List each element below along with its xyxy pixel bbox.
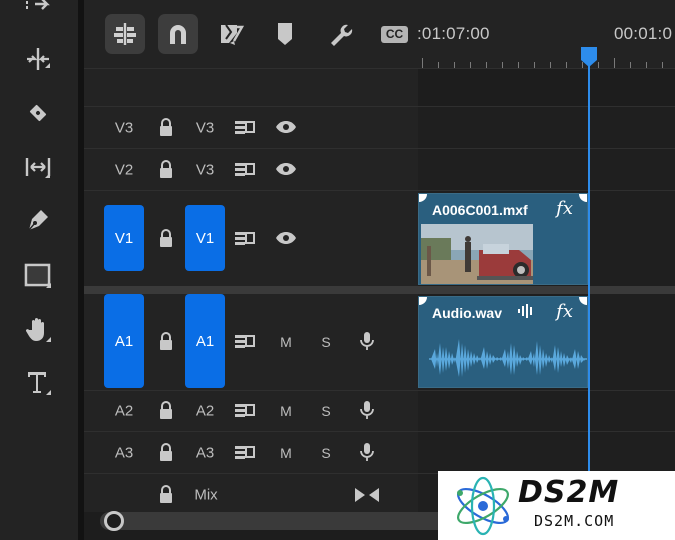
time-ruler[interactable] [418,44,675,68]
audio-clip[interactable]: Audio.wav fx [418,296,588,388]
linked-selection-button[interactable] [212,14,252,54]
sync-lock-icon[interactable] [234,230,256,246]
playhead-handle[interactable] [580,46,598,68]
lock-icon[interactable] [158,228,174,248]
go-to-track-icon[interactable] [354,487,380,503]
timecode-next: 00:01:0 [614,24,673,43]
lock-icon[interactable] [158,159,174,179]
target-track-label[interactable]: A3 [196,445,214,462]
timeline-settings-button[interactable] [320,14,360,54]
source-track-label[interactable]: V3 [115,120,133,137]
captions-icon[interactable]: CC [381,26,408,43]
video-clip[interactable]: A006C001.mxf fx [418,193,588,285]
slip-icon[interactable] [19,148,57,186]
source-patch-a1[interactable]: A1 [104,294,144,388]
pen-icon[interactable] [19,201,57,239]
clip-end-handle [579,194,587,202]
eye-icon[interactable] [275,162,297,176]
add-marker-button[interactable] [265,14,305,54]
clip-thumbnail [421,224,533,284]
clip-start-handle [419,194,427,202]
timecode-current: :01:07:00 [417,24,490,43]
watermark-logo-icon [457,476,509,536]
target-track-v1[interactable]: V1 [185,205,225,271]
timeline-settings-wrench-icon [331,24,353,46]
fx-badge[interactable]: fx [556,198,573,219]
solo-button[interactable]: S [321,445,330,461]
microphone-icon[interactable] [360,442,374,462]
lock-icon[interactable] [158,400,174,420]
insert-and-overwrite-sequences-icon [114,23,136,45]
source-track-label[interactable]: A3 [115,445,133,462]
target-track-a1[interactable]: A1 [185,294,225,388]
mute-button[interactable]: M [280,403,292,419]
clip-end-handle [579,297,587,305]
track-lane-a2[interactable] [418,391,675,431]
audio-waveform [429,339,587,377]
track-lane-v2[interactable] [418,149,675,190]
rectangle-icon[interactable] [19,256,57,294]
clip-name: Audio.wav [432,305,503,321]
linked-selection-icon [221,24,245,45]
watermark-subtitle: DS2M.COM [534,512,615,530]
insert-and-overwrite-sequences-button[interactable] [105,14,145,54]
mute-button[interactable]: M [280,445,292,461]
watermark: DS2M DS2M.COM [438,471,675,540]
watermark-title: DS2M [518,475,620,510]
type-icon[interactable] [19,363,57,401]
source-patch-v1[interactable]: V1 [104,205,144,271]
add-marker-icon [278,23,292,45]
target-track-label[interactable]: V3 [196,162,214,179]
sync-lock-icon[interactable] [234,402,256,418]
ripple-edit-icon[interactable] [19,40,57,78]
spacer-row [84,69,418,106]
eye-icon[interactable] [275,120,297,134]
sync-lock-icon[interactable] [234,333,256,349]
target-track-label[interactable]: A2 [196,403,214,420]
sync-lock-icon[interactable] [234,119,256,135]
tools-panel [0,0,78,540]
audio-waveform-icon[interactable] [517,303,535,319]
track-lane-v3[interactable] [418,107,675,148]
source-track-label[interactable]: A2 [115,403,133,420]
zoom-scrollbar-handle[interactable] [104,511,124,531]
video-audio-divider[interactable] [84,286,675,294]
clip-start-handle [419,297,427,305]
track-lane-a3[interactable] [418,432,675,473]
solo-button[interactable]: S [321,334,330,350]
snap-button[interactable] [158,14,198,54]
playhead-line[interactable] [588,64,590,540]
solo-button[interactable]: S [321,403,330,419]
lock-icon[interactable] [158,484,174,504]
mute-button[interactable]: M [280,334,292,350]
microphone-icon[interactable] [360,331,374,351]
lock-icon[interactable] [158,331,174,351]
eye-icon[interactable] [275,231,297,245]
sync-lock-icon[interactable] [234,161,256,177]
razor-icon[interactable] [19,94,57,132]
source-track-label[interactable]: V2 [115,162,133,179]
hand-icon[interactable] [19,310,57,348]
lock-icon[interactable] [158,117,174,137]
clip-name: A006C001.mxf [432,202,528,218]
snap-magnet-icon [170,25,186,44]
microphone-icon[interactable] [360,400,374,420]
lock-icon[interactable] [158,442,174,462]
target-track-label[interactable]: V3 [196,120,214,137]
sync-lock-icon[interactable] [234,444,256,460]
track-select-forward-icon[interactable] [19,0,57,26]
mix-track-label: Mix [194,486,218,504]
fx-badge[interactable]: fx [556,301,573,322]
